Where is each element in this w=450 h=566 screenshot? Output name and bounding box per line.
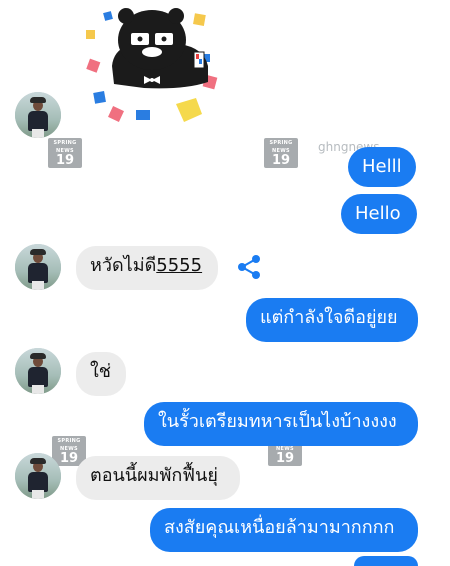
message-text: แต่กำลังใจดีอยู่ยย bbox=[260, 307, 398, 328]
avatar[interactable] bbox=[15, 348, 61, 394]
message-outgoing[interactable]: สงสัยคุณเหนื่อยล้ามามากกกก bbox=[150, 508, 418, 552]
message-outgoing[interactable]: แต่กำลังใจดีอยู่ยย bbox=[246, 298, 418, 342]
avatar[interactable] bbox=[15, 453, 61, 499]
message-incoming[interactable]: ตอนนี้ผมพักฟื้นยุ่ bbox=[76, 456, 240, 500]
avatar[interactable] bbox=[15, 92, 61, 138]
message-text-link: 5555 bbox=[156, 255, 203, 276]
message-text: ในรั้วเตรียมทหารเป็นไงบ้างงงง bbox=[158, 411, 397, 432]
sticker-image bbox=[86, 8, 218, 122]
message-incoming[interactable]: หวัดไม่ดี5555 bbox=[76, 246, 218, 290]
message-text: Hello bbox=[355, 203, 401, 224]
message-text: ตอนนี้ผมพักฟื้นยุ่ bbox=[90, 465, 218, 486]
avatar[interactable] bbox=[15, 244, 61, 290]
message-outgoing[interactable]: Helll bbox=[348, 147, 416, 187]
message-text: Helll bbox=[362, 156, 402, 177]
share-icon[interactable] bbox=[236, 254, 262, 280]
watermark-logo: SPRING NEWS 19 bbox=[48, 138, 82, 168]
message-outgoing-partial[interactable] bbox=[354, 556, 418, 566]
message-text: สงสัยคุณเหนื่อยล้ามามากกกก bbox=[164, 517, 395, 538]
message-outgoing[interactable]: ในรั้วเตรียมทหารเป็นไงบ้างงงง bbox=[144, 402, 418, 446]
message-outgoing[interactable]: Hello bbox=[341, 194, 417, 234]
watermark-logo: SPRING NEWS 19 bbox=[264, 138, 298, 168]
message-text: หวัดไม่ดี bbox=[90, 255, 157, 276]
message-incoming[interactable]: ใช่ bbox=[76, 352, 126, 396]
message-text: ใช่ bbox=[90, 361, 112, 382]
